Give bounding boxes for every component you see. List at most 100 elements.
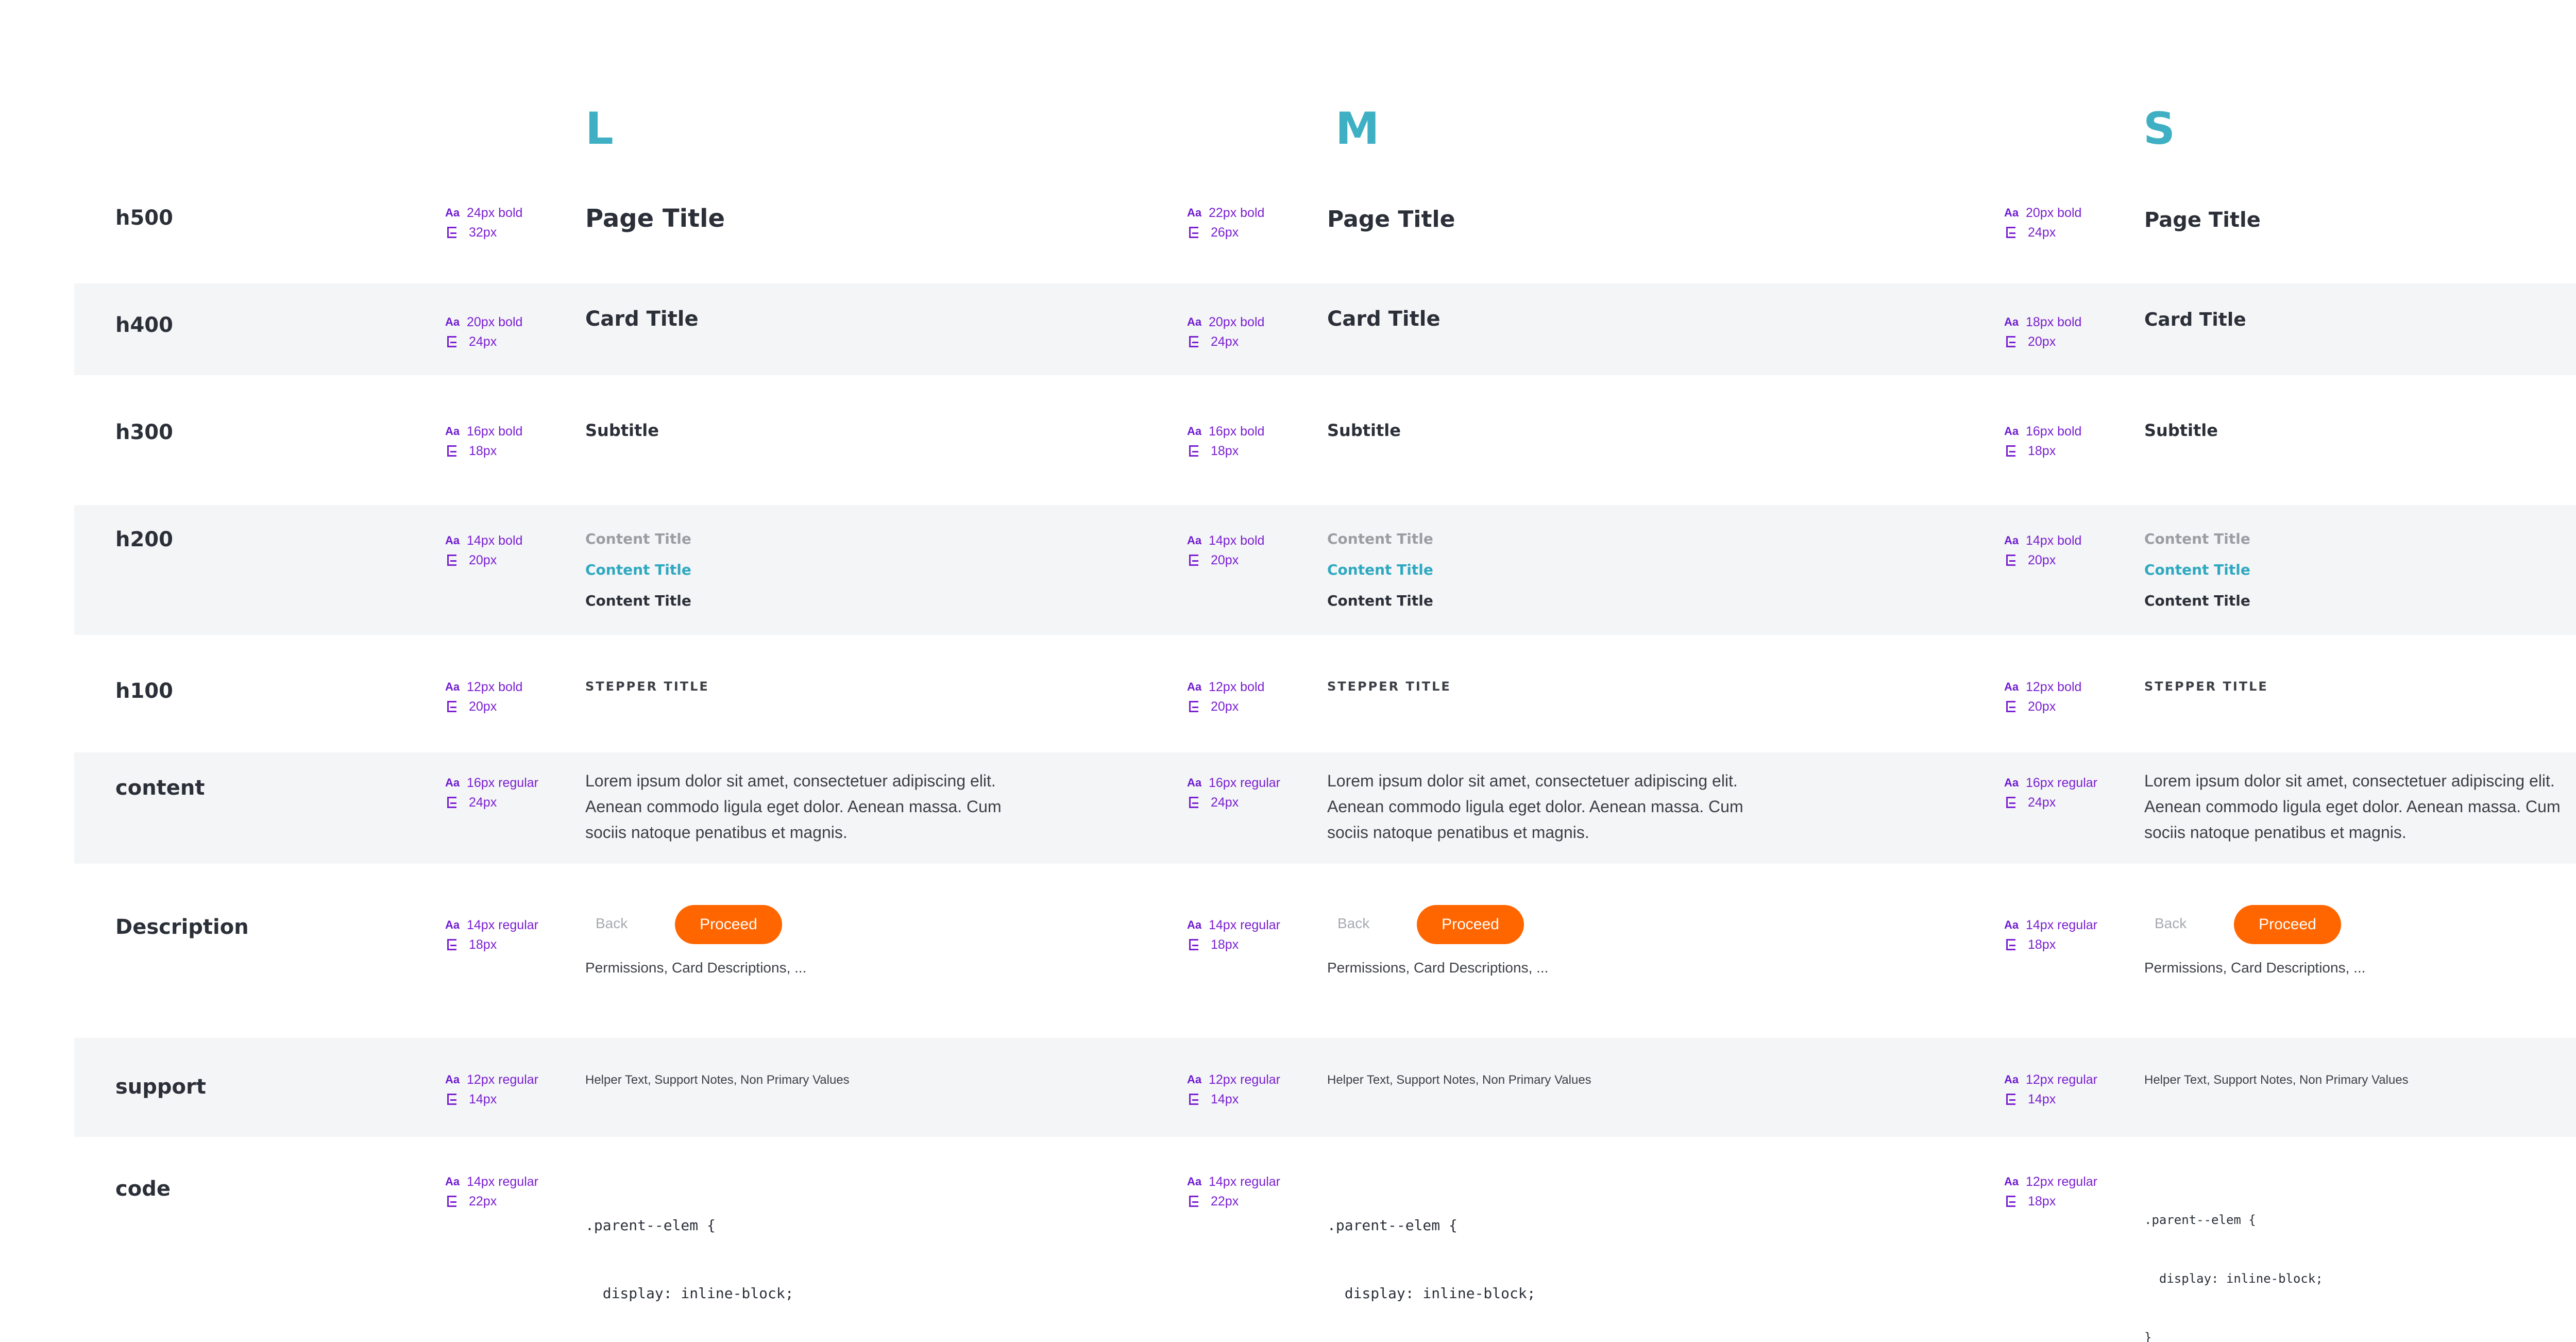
spec-font: 20px bold	[2026, 206, 2082, 220]
sample-description-l: Permissions, Card Descriptions, ...	[585, 960, 807, 976]
back-button[interactable]: Back	[2155, 915, 2187, 932]
spec-line-height: 14px	[469, 1092, 497, 1106]
line-height-icon	[447, 939, 456, 950]
spec-line-height: 18px	[2028, 444, 2056, 458]
font-size-icon: Aa	[2004, 1073, 2019, 1086]
line-height-icon	[447, 797, 456, 808]
font-size-icon: Aa	[2004, 918, 2019, 931]
line-height-icon	[2006, 701, 2015, 712]
spec-font: 24px bold	[467, 206, 523, 220]
line-height-icon	[447, 227, 456, 238]
line-height-icon	[2006, 797, 2015, 808]
sample-card-title-s: Card Title	[2144, 309, 2246, 330]
line-height-icon	[447, 445, 456, 457]
content-title-teal: Content Title	[1327, 561, 1433, 578]
content-line: Lorem ipsum dolor sit amet, consectetuer…	[1327, 771, 1738, 790]
font-size-icon: Aa	[445, 1073, 460, 1086]
spec-font: 16px regular	[2026, 776, 2097, 790]
row-label-content: content	[115, 776, 205, 800]
spec-description-m: Aa 14px regular 18px	[1187, 915, 1280, 954]
font-size-icon: Aa	[2004, 680, 2019, 693]
line-height-icon	[2006, 445, 2015, 457]
spec-line-height: 18px	[1211, 444, 1239, 458]
font-size-icon: Aa	[2004, 1175, 2019, 1188]
back-button[interactable]: Back	[596, 915, 628, 932]
spec-font: 14px bold	[2026, 533, 2082, 548]
font-size-icon: Aa	[2004, 206, 2019, 219]
spec-support-m: Aa 12px regular 14px	[1187, 1070, 1280, 1109]
sample-stepper-title-s: STEPPER TITLE	[2144, 679, 2268, 694]
spec-support-l: Aa 12px regular 14px	[445, 1070, 538, 1109]
font-size-icon: Aa	[1187, 534, 1202, 547]
sample-subtitle-l: Subtitle	[585, 421, 659, 440]
line-height-icon	[1189, 336, 1198, 347]
spec-h100-s: Aa 12px bold 20px	[2004, 677, 2081, 716]
spec-h200-s: Aa 14px bold 20px	[2004, 531, 2081, 570]
content-title-gray: Content Title	[2144, 530, 2250, 547]
spec-line-height: 20px	[2028, 699, 2056, 714]
line-height-icon	[447, 336, 456, 347]
spec-line-height: 24px	[1211, 334, 1239, 349]
spec-line-height: 24px	[469, 334, 497, 349]
font-size-icon: Aa	[445, 680, 460, 693]
font-size-icon: Aa	[445, 918, 460, 931]
line-height-icon	[1189, 797, 1198, 808]
spec-line-height: 18px	[469, 937, 497, 952]
spec-code-m: Aa 14px regular 22px	[1187, 1172, 1280, 1211]
spec-line-height: 20px	[1211, 699, 1239, 714]
line-height-icon	[447, 1196, 456, 1207]
content-title-dark: Content Title	[1327, 592, 1433, 609]
proceed-button[interactable]: Proceed	[675, 905, 782, 944]
spec-h300-m: Aa 16px bold 18px	[1187, 422, 1264, 461]
row-label-description: Description	[115, 915, 249, 939]
spec-font: 14px regular	[2026, 918, 2097, 932]
sample-code-m: .parent--elem { display: inline-block; }	[1327, 1169, 1536, 1342]
content-line: Lorem ipsum dolor sit amet, consectetuer…	[585, 771, 996, 790]
spec-font: 16px bold	[2026, 424, 2082, 439]
row-label-h500: h500	[115, 206, 173, 230]
line-height-icon	[447, 555, 456, 566]
sample-content-paragraph-l: Lorem ipsum dolor sit amet, consectetuer…	[585, 768, 1002, 845]
content-line: sociis natoque penatibus et magnis.	[2144, 823, 2406, 842]
sample-content-title-group-l: Content Title Content Title Content Titl…	[585, 524, 691, 616]
spec-line-height: 18px	[2028, 937, 2056, 952]
column-header-s: S	[2143, 103, 2175, 155]
spec-font: 14px regular	[1209, 1175, 1280, 1189]
font-size-icon: Aa	[1187, 206, 1202, 219]
line-height-icon	[1189, 939, 1198, 950]
font-size-icon: Aa	[1187, 776, 1202, 789]
font-size-icon: Aa	[2004, 776, 2019, 789]
sample-content-paragraph-m: Lorem ipsum dolor sit amet, consectetuer…	[1327, 768, 1743, 845]
spec-code-s: Aa 12px regular 18px	[2004, 1172, 2097, 1211]
spec-line-height: 14px	[1211, 1092, 1239, 1106]
code-line: .parent--elem {	[1327, 1217, 1458, 1234]
spec-font: 18px bold	[2026, 315, 2082, 329]
spec-line-height: 18px	[2028, 1194, 2056, 1209]
spec-font: 16px regular	[1209, 776, 1280, 790]
code-line: }	[2144, 1330, 2152, 1342]
font-size-icon: Aa	[445, 776, 460, 789]
line-height-icon	[447, 701, 456, 712]
spec-h400-s: Aa 18px bold 20px	[2004, 312, 2081, 351]
back-button[interactable]: Back	[1337, 915, 1369, 932]
sample-subtitle-s: Subtitle	[2144, 421, 2218, 440]
spec-line-height: 20px	[2028, 553, 2056, 567]
proceed-button[interactable]: Proceed	[2234, 905, 2341, 944]
line-height-icon	[1189, 1196, 1198, 1207]
content-title-gray: Content Title	[585, 530, 691, 547]
spec-font: 12px bold	[467, 680, 523, 694]
font-size-icon: Aa	[1187, 918, 1202, 931]
proceed-button[interactable]: Proceed	[1417, 905, 1524, 944]
spec-h400-m: Aa 20px bold 24px	[1187, 312, 1264, 351]
sample-code-s: .parent--elem { display: inline-block; }	[2144, 1171, 2323, 1342]
sample-card-title-m: Card Title	[1327, 307, 1440, 331]
font-size-icon: Aa	[1187, 1073, 1202, 1086]
spec-font: 14px regular	[467, 1175, 538, 1189]
spec-support-s: Aa 12px regular 14px	[2004, 1070, 2097, 1109]
spec-line-height: 24px	[2028, 795, 2056, 810]
line-height-icon	[2006, 555, 2015, 566]
spec-line-height: 18px	[1211, 937, 1239, 952]
spec-line-height: 20px	[469, 699, 497, 714]
spec-line-height: 24px	[469, 795, 497, 810]
line-height-icon	[2006, 1094, 2015, 1105]
